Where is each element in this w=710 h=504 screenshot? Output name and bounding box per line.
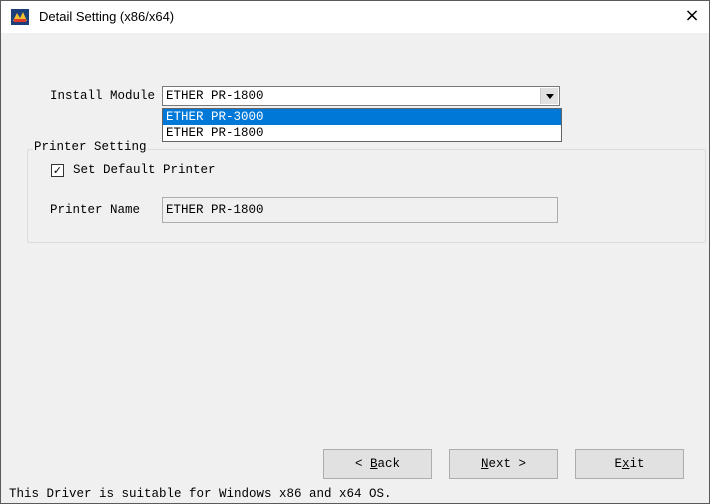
dropdown-option-pr-1800[interactable]: ETHER PR-1800 (163, 125, 561, 141)
exit-label-rest: it (629, 457, 645, 471)
back-label-rest: ack (377, 457, 401, 471)
exit-button[interactable]: Exit (575, 449, 684, 479)
exit-accel: x (621, 457, 630, 471)
chevron-down-icon[interactable] (540, 88, 558, 104)
dropdown-option-pr-3000[interactable]: ETHER PR-3000 (163, 109, 561, 125)
back-button[interactable]: < Back (323, 449, 432, 479)
printer-name-label: Printer Name (50, 203, 141, 217)
install-module-label: Install Module (50, 89, 156, 103)
printer-name-value: ETHER PR-1800 (166, 203, 264, 217)
detail-setting-dialog: Detail Setting (x86/x64) × Install Modul… (0, 0, 710, 504)
next-button[interactable]: Next > (449, 449, 558, 479)
app-icon (11, 9, 29, 25)
back-accel: B (369, 457, 378, 471)
window-title: Detail Setting (x86/x64) (39, 9, 175, 24)
install-module-select[interactable]: ETHER PR-1800 (162, 86, 560, 106)
close-button[interactable]: × (675, 1, 709, 33)
title-bar: Detail Setting (x86/x64) × (1, 1, 709, 33)
back-arrow: < (354, 457, 370, 471)
set-default-printer-label[interactable]: Set Default Printer (73, 163, 216, 177)
checkmark-icon: ✓ (52, 164, 63, 177)
exit-label-pre: E (614, 457, 622, 471)
close-icon: × (684, 5, 700, 26)
next-label-rest: ext (488, 457, 511, 471)
next-arrow: > (511, 457, 527, 471)
printer-setting-group-title: Printer Setting (33, 140, 148, 154)
set-default-printer-checkbox[interactable]: ✓ (51, 164, 64, 177)
install-module-dropdown: ETHER PR-3000 ETHER PR-1800 (162, 108, 562, 142)
status-text: This Driver is suitable for Windows x86 … (9, 487, 392, 501)
install-module-value: ETHER PR-1800 (166, 89, 264, 103)
printer-name-field[interactable]: ETHER PR-1800 (162, 197, 558, 223)
